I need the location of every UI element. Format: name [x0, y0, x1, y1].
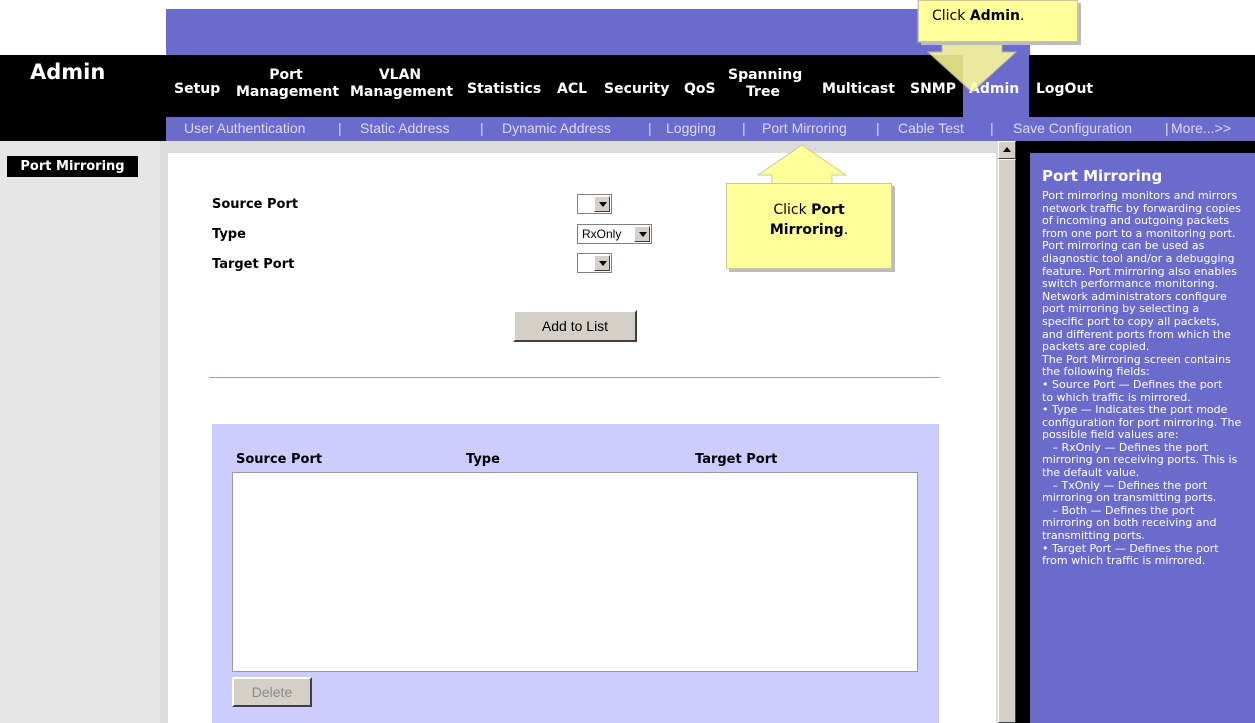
tab-statistics[interactable]: Statistics [467, 81, 541, 98]
port-mirroring-callout: Click Port Mirroring. [726, 183, 892, 269]
column-header-type: Type [466, 452, 500, 467]
type-select-value: RxOnly [582, 227, 622, 241]
divider [209, 377, 940, 378]
subnav-save-configuration[interactable]: Save Configuration [1013, 120, 1132, 136]
subnav-separator: | [742, 120, 746, 136]
type-label: Type [212, 227, 246, 242]
type-select[interactable]: RxOnly [577, 224, 652, 244]
subnav-port-mirroring[interactable]: Port Mirroring [762, 120, 847, 136]
column-header-target-port: Target Port [695, 452, 778, 467]
subnav-user-authentication[interactable]: User Authentication [184, 120, 305, 136]
subnav-separator: | [1165, 120, 1169, 136]
subnav-separator: | [480, 120, 484, 136]
tab-acl[interactable]: ACL [557, 81, 587, 98]
source-port-select[interactable] [577, 194, 612, 214]
subnav-logging[interactable]: Logging [666, 120, 716, 136]
section-title: Admin [30, 60, 106, 84]
target-port-select[interactable] [577, 253, 612, 273]
admin-callout-text: Click Admin. [932, 8, 1025, 24]
tab-qos[interactable]: QoS [684, 81, 716, 98]
subnav-dynamic-address[interactable]: Dynamic Address [502, 120, 611, 136]
source-port-label: Source Port [212, 197, 299, 212]
subnav-separator: | [338, 120, 342, 136]
tab-spanning-tree[interactable]: Spanning Tree [728, 67, 802, 101]
tab-port-management[interactable]: Port Management [236, 67, 339, 101]
help-text: Port mirroring monitors and mirrors netw… [1042, 189, 1242, 568]
chevron-down-icon [594, 196, 610, 212]
brand-bar [166, 9, 1030, 55]
tab-logout[interactable]: LogOut [1036, 81, 1093, 98]
chevron-down-icon [634, 226, 650, 242]
mirroring-table-body [232, 472, 918, 672]
column-header-source-port: Source Port [236, 452, 323, 467]
tab-security[interactable]: Security [604, 81, 669, 98]
left-sidebar [0, 141, 166, 723]
help-title: Port Mirroring [1042, 167, 1163, 185]
subnav-cable-test[interactable]: Cable Test [898, 120, 964, 136]
subnav-separator: | [876, 120, 880, 136]
chevron-down-icon [594, 255, 610, 271]
subnav-separator: | [648, 120, 652, 136]
tab-multicast[interactable]: Multicast [822, 81, 895, 98]
add-to-list-button[interactable]: Add to List [513, 310, 637, 342]
scrollbar-thumb[interactable] [998, 159, 1016, 723]
tab-vlan-management[interactable]: VLAN Management [350, 67, 453, 101]
subnav-separator: | [990, 120, 994, 136]
sidebar-page-label: Port Mirroring [7, 156, 138, 177]
subnav-static-address[interactable]: Static Address [360, 120, 450, 136]
subnav-more[interactable]: More...>> [1171, 120, 1231, 136]
delete-button[interactable]: Delete [232, 677, 312, 707]
tab-setup[interactable]: Setup [174, 81, 220, 98]
target-port-label: Target Port [212, 257, 295, 272]
scroll-up-arrow-icon[interactable] [998, 141, 1016, 159]
